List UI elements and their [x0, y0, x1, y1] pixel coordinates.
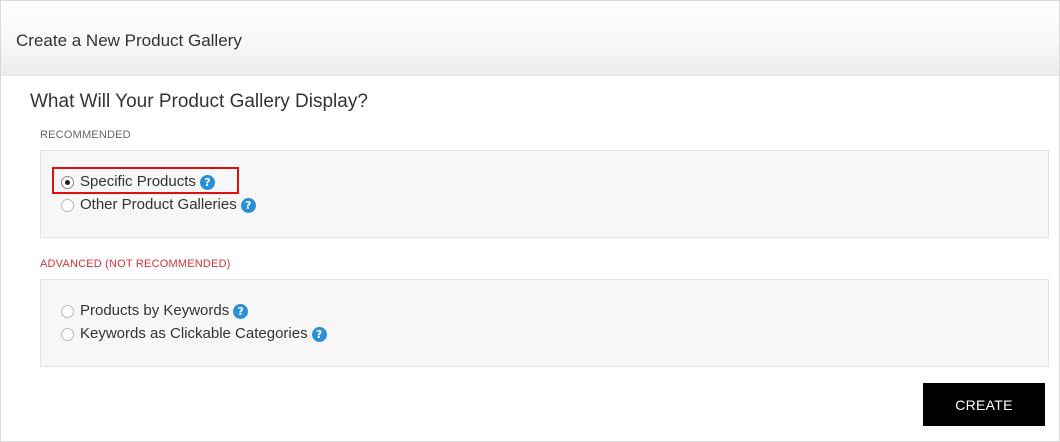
- question-heading: What Will Your Product Gallery Display?: [30, 91, 368, 112]
- radio-specific-products[interactable]: [61, 175, 74, 189]
- question-circle-icon[interactable]: ?: [233, 303, 249, 319]
- radio-other-product-galleries[interactable]: [61, 198, 74, 212]
- create-gallery-dialog: Create a New Product Gallery What Will Y…: [0, 0, 1060, 442]
- option-other-product-galleries[interactable]: Other Product Galleries ?: [61, 195, 256, 215]
- option-label: Specific Products: [80, 173, 196, 190]
- advanced-options-panel: Products by Keywords ? Keywords as Click…: [40, 279, 1049, 367]
- question-circle-icon[interactable]: ?: [240, 197, 256, 213]
- advanced-section-label: ADVANCED (NOT RECOMMENDED): [40, 258, 231, 270]
- radio-products-by-keywords[interactable]: [61, 304, 74, 318]
- create-button[interactable]: CREATE: [923, 383, 1045, 426]
- dialog-title: Create a New Product Gallery: [16, 31, 242, 50]
- option-keywords-as-clickable-categories[interactable]: Keywords as Clickable Categories ?: [61, 324, 327, 344]
- question-circle-icon[interactable]: ?: [199, 174, 215, 190]
- dialog-header: Create a New Product Gallery: [1, 1, 1059, 76]
- recommended-section-label: RECOMMENDED: [40, 129, 131, 141]
- option-specific-products[interactable]: Specific Products ?: [61, 172, 215, 192]
- question-circle-icon[interactable]: ?: [311, 326, 327, 342]
- option-label: Other Product Galleries: [80, 196, 237, 213]
- option-label: Products by Keywords: [80, 302, 230, 319]
- option-products-by-keywords[interactable]: Products by Keywords ?: [61, 301, 249, 321]
- recommended-options-panel: Specific Products ? Other Product Galler…: [40, 150, 1049, 238]
- option-label: Keywords as Clickable Categories: [80, 325, 308, 342]
- radio-keywords-as-clickable-categories[interactable]: [61, 327, 74, 341]
